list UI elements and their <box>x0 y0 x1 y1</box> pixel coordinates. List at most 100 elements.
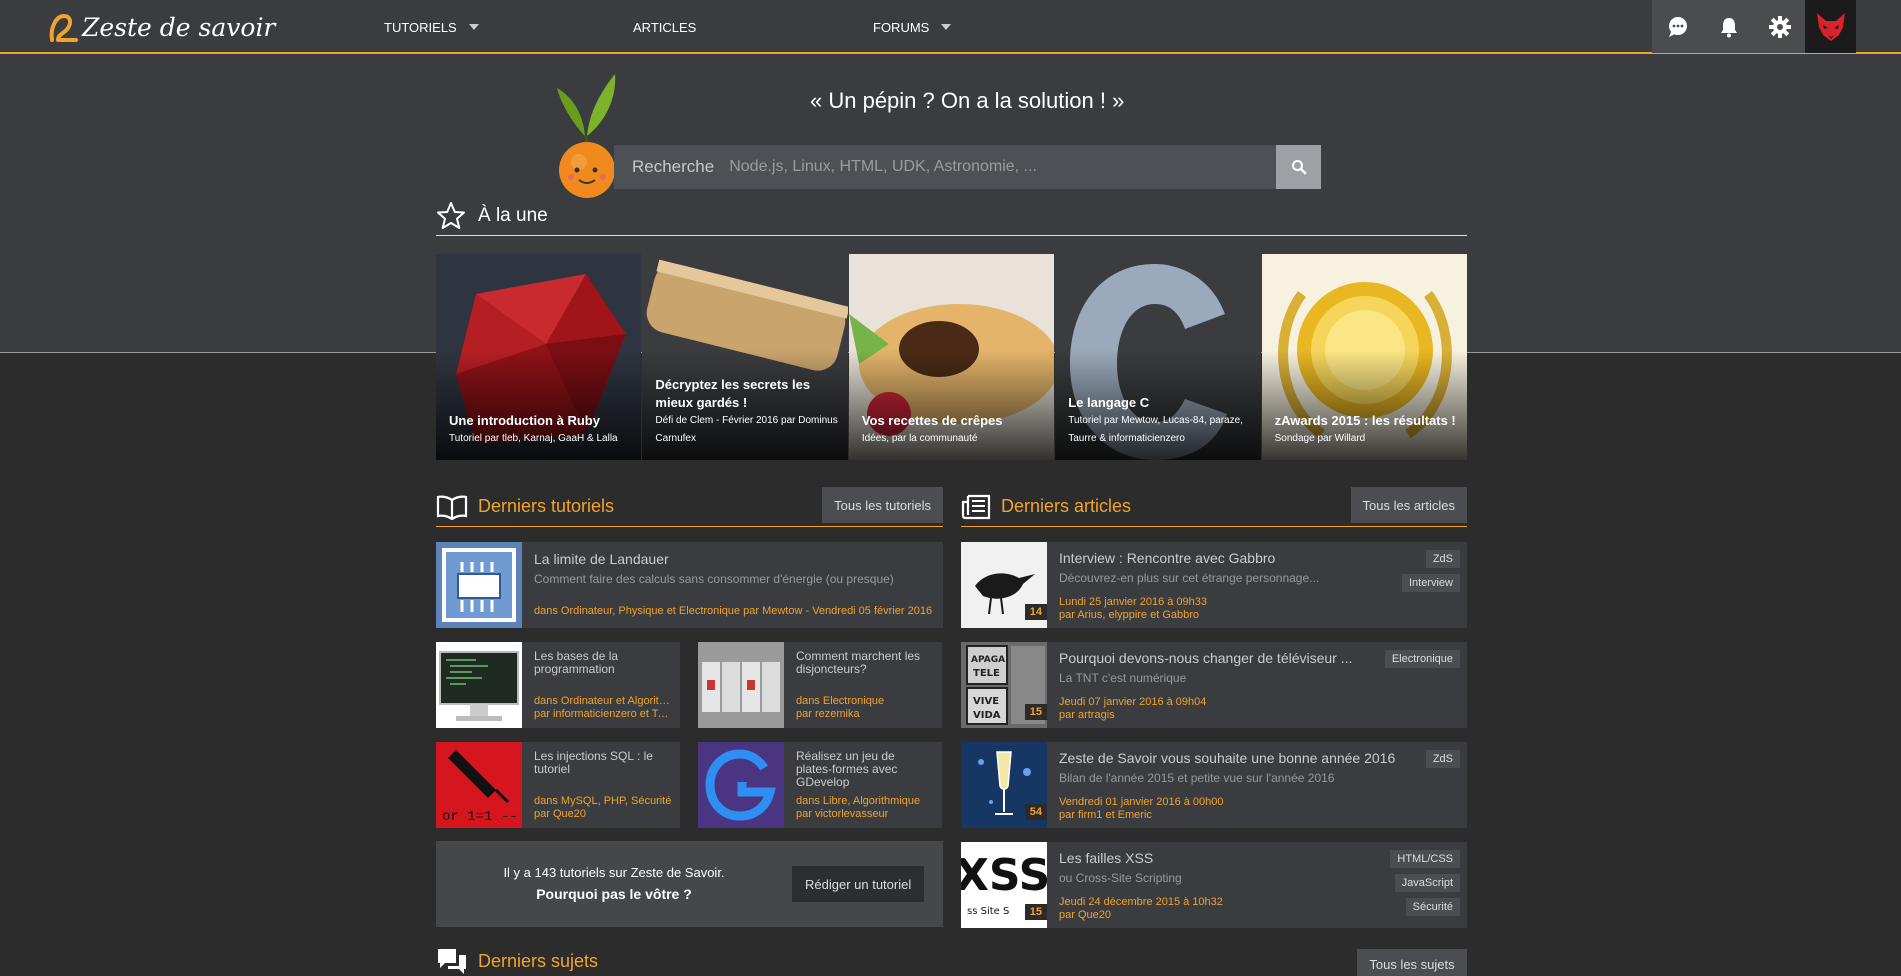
site-logo[interactable]: Zeste de savoir <box>48 8 275 46</box>
tutorial-title[interactable]: La limite de Landauer <box>534 551 931 567</box>
tutorial-title[interactable]: Comment marchent les disjoncteurs? <box>796 650 930 676</box>
featured-card-enigma[interactable]: Décryptez les secrets les mieux gardés !… <box>642 254 848 460</box>
tutorial-title[interactable]: Les bases de la programmation <box>534 650 668 676</box>
tutorial-title[interactable]: Réalisez un jeu de plates-formes avec GD… <box>796 750 930 789</box>
nav-tutoriels[interactable]: TUTORIELS <box>384 0 479 54</box>
featured-card-c[interactable]: Le langage C Tutoriel par Mewtow, Lucas-… <box>1055 254 1261 460</box>
article-thumbnail: 54 <box>961 742 1047 828</box>
svg-text:APAGA: APAGA <box>971 655 1005 665</box>
tutorial-category: dans Libre, Algorithmique <box>796 795 921 807</box>
article-thumbnail: APAGA TELE VIVE VIDA 15 <box>961 642 1047 728</box>
chat-icon <box>1668 16 1687 37</box>
une-section-header: À la une <box>436 196 1467 236</box>
nav-tutoriels-label: TUTORIELS <box>384 19 457 35</box>
tutorial-body: Comment marchent les disjoncteurs? dans … <box>784 642 942 728</box>
promo-text: Il y a 143 tutoriels sur Zeste de Savoir… <box>503 865 725 880</box>
article-body: Les failles XSS ou Cross-Site Scripting … <box>1047 842 1467 928</box>
article-item[interactable]: APAGA TELE VIVE VIDA 15 Pourquoi devons-… <box>961 642 1467 728</box>
tutorial-item[interactable]: Les bases de la programmation dans Ordin… <box>436 642 680 728</box>
tag-badge[interactable]: Interview <box>1401 574 1460 592</box>
all-articles-button[interactable]: Tous les articles <box>1350 487 1467 523</box>
featured-card-ruby[interactable]: Une introduction à Ruby Tutoriel par tle… <box>436 254 642 460</box>
tutorial-featured[interactable]: La limite de Landauer Comment faire des … <box>436 542 943 628</box>
svg-text:or 1=1 --: or 1=1 -- <box>442 809 518 825</box>
tag-badge[interactable]: ZdS <box>1425 750 1460 768</box>
svg-text:VIDA: VIDA <box>973 710 1001 721</box>
nav-articles[interactable]: ARTICLES <box>633 0 696 54</box>
tutorial-subtitle: Comment faire des calculs sans consommer… <box>534 572 894 586</box>
une-title: À la une <box>478 204 548 226</box>
tutorial-author: par victorlevasseur <box>796 808 889 820</box>
chevron-down-icon <box>941 24 952 30</box>
featured-card-subtitle: Sondage par Willard <box>1274 433 1366 444</box>
articles-header: Derniers articles Tous les articles <box>961 487 1467 527</box>
article-title[interactable]: Pourquoi devons-nous changer de télévise… <box>1059 650 1389 666</box>
tutorial-meta: dans Ordinateur, Physique et Electroniqu… <box>534 605 933 617</box>
site-header: Zeste de savoir TUTORIELS ARTICLES FORUM… <box>0 0 1901 54</box>
article-body: Pourquoi devons-nous changer de télévise… <box>1047 642 1467 728</box>
tutorial-body: La limite de Landauer Comment faire des … <box>522 542 943 628</box>
breaker-icon <box>698 642 784 728</box>
svg-text:VIVE: VIVE <box>973 696 999 707</box>
monitor-icon <box>439 651 519 721</box>
search-input[interactable] <box>729 158 1276 176</box>
search-button[interactable] <box>1276 145 1321 189</box>
tutorial-title[interactable]: Les injections SQL : le tutoriel <box>534 750 668 776</box>
article-title[interactable]: Zeste de Savoir vous souhaite une bonne … <box>1059 750 1419 766</box>
article-title[interactable]: Interview : Rencontre avec Gabbro <box>1059 550 1389 566</box>
comment-count: 54 <box>1024 804 1047 820</box>
article-title[interactable]: Les failles XSS <box>1059 850 1389 866</box>
tutorial-author: par rezemika <box>796 708 860 720</box>
search-bar: Recherche <box>614 145 1321 189</box>
tutorial-thumbnail <box>698 642 784 728</box>
featured-card-zawards[interactable]: zAwards 2015 : les résultats ! Sondage p… <box>1261 254 1468 460</box>
all-topics-button[interactable]: Tous les sujets <box>1357 949 1467 976</box>
tutorial-thumbnail <box>698 742 784 828</box>
tag-badge[interactable]: HTML/CSS <box>1390 850 1460 868</box>
featured-card-title: zAwards 2015 : les résultats ! <box>1274 413 1456 428</box>
featured-card-title: Vos recettes de crêpes <box>861 413 1003 428</box>
tutorial-item[interactable]: Comment marchent les disjoncteurs? dans … <box>698 642 942 728</box>
messages-button[interactable] <box>1652 0 1703 53</box>
tag-badge[interactable]: JavaScript <box>1394 874 1460 892</box>
article-item[interactable]: XSS ss Site S 15 Les failles XSS ou Cros… <box>961 842 1467 928</box>
tutorial-thumbnail <box>436 542 522 628</box>
article-date: Vendredi 01 janvier 2016 à 00h00 <box>1059 796 1224 808</box>
topics-header: Derniers sujets <box>436 946 598 976</box>
newspaper-icon <box>961 494 991 519</box>
tutorial-item[interactable]: or 1=1 -- Les injections SQL : le tutori… <box>436 742 680 828</box>
settings-button[interactable] <box>1754 0 1805 53</box>
notifications-button[interactable] <box>1703 0 1754 53</box>
all-tutorials-button[interactable]: Tous les tutoriels <box>822 487 943 523</box>
tag-badge[interactable]: ZdS <box>1425 550 1460 568</box>
article-subtitle: Découvrez-en plus sur cet étrange person… <box>1059 571 1320 585</box>
featured-carousel: Une introduction à Ruby Tutoriel par tle… <box>436 254 1468 460</box>
gdevelop-logo-icon <box>698 742 784 828</box>
topics-title: Derniers sujets <box>478 950 599 971</box>
syringe-icon: or 1=1 -- <box>436 742 522 828</box>
featured-card-crepes[interactable]: Vos recettes de crêpes Idées, par la com… <box>848 254 1055 460</box>
article-authors: par firm1 et Emeric <box>1059 809 1152 821</box>
article-item[interactable]: 54 Zeste de Savoir vous souhaite une bon… <box>961 742 1467 828</box>
article-subtitle: La TNT c'est numérique <box>1059 671 1187 685</box>
chip-icon <box>442 548 516 622</box>
fox-avatar-icon <box>1816 12 1845 41</box>
gear-icon <box>1768 15 1791 38</box>
forum-bubbles-icon <box>438 949 466 974</box>
user-avatar[interactable] <box>1805 0 1856 53</box>
clementine-mascot-icon <box>557 74 616 198</box>
tutorial-item[interactable]: Réalisez un jeu de plates-formes avec GD… <box>698 742 942 828</box>
write-tutorial-button[interactable]: Rédiger un tutoriel <box>792 866 925 902</box>
chevron-down-icon <box>468 24 479 30</box>
article-authors: par artragis <box>1059 709 1115 721</box>
article-thumbnail: XSS ss Site S 15 <box>961 842 1047 928</box>
tag-badge[interactable]: Electronique <box>1384 650 1460 668</box>
article-item[interactable]: 14 Interview : Rencontre avec Gabbro Déc… <box>961 542 1467 628</box>
featured-card-subtitle: Défi de Clem - Février 2016 par Dominus … <box>655 415 838 444</box>
article-subtitle: Bilan de l'année 2015 et petite vue sur … <box>1059 771 1335 785</box>
comment-count: 14 <box>1024 604 1047 620</box>
nav-forums[interactable]: FORUMS <box>873 0 952 54</box>
header-actions <box>1652 0 1856 53</box>
tutorial-body: Réalisez un jeu de plates-formes avec GD… <box>784 742 942 828</box>
tag-badge[interactable]: Sécurité <box>1405 898 1460 916</box>
